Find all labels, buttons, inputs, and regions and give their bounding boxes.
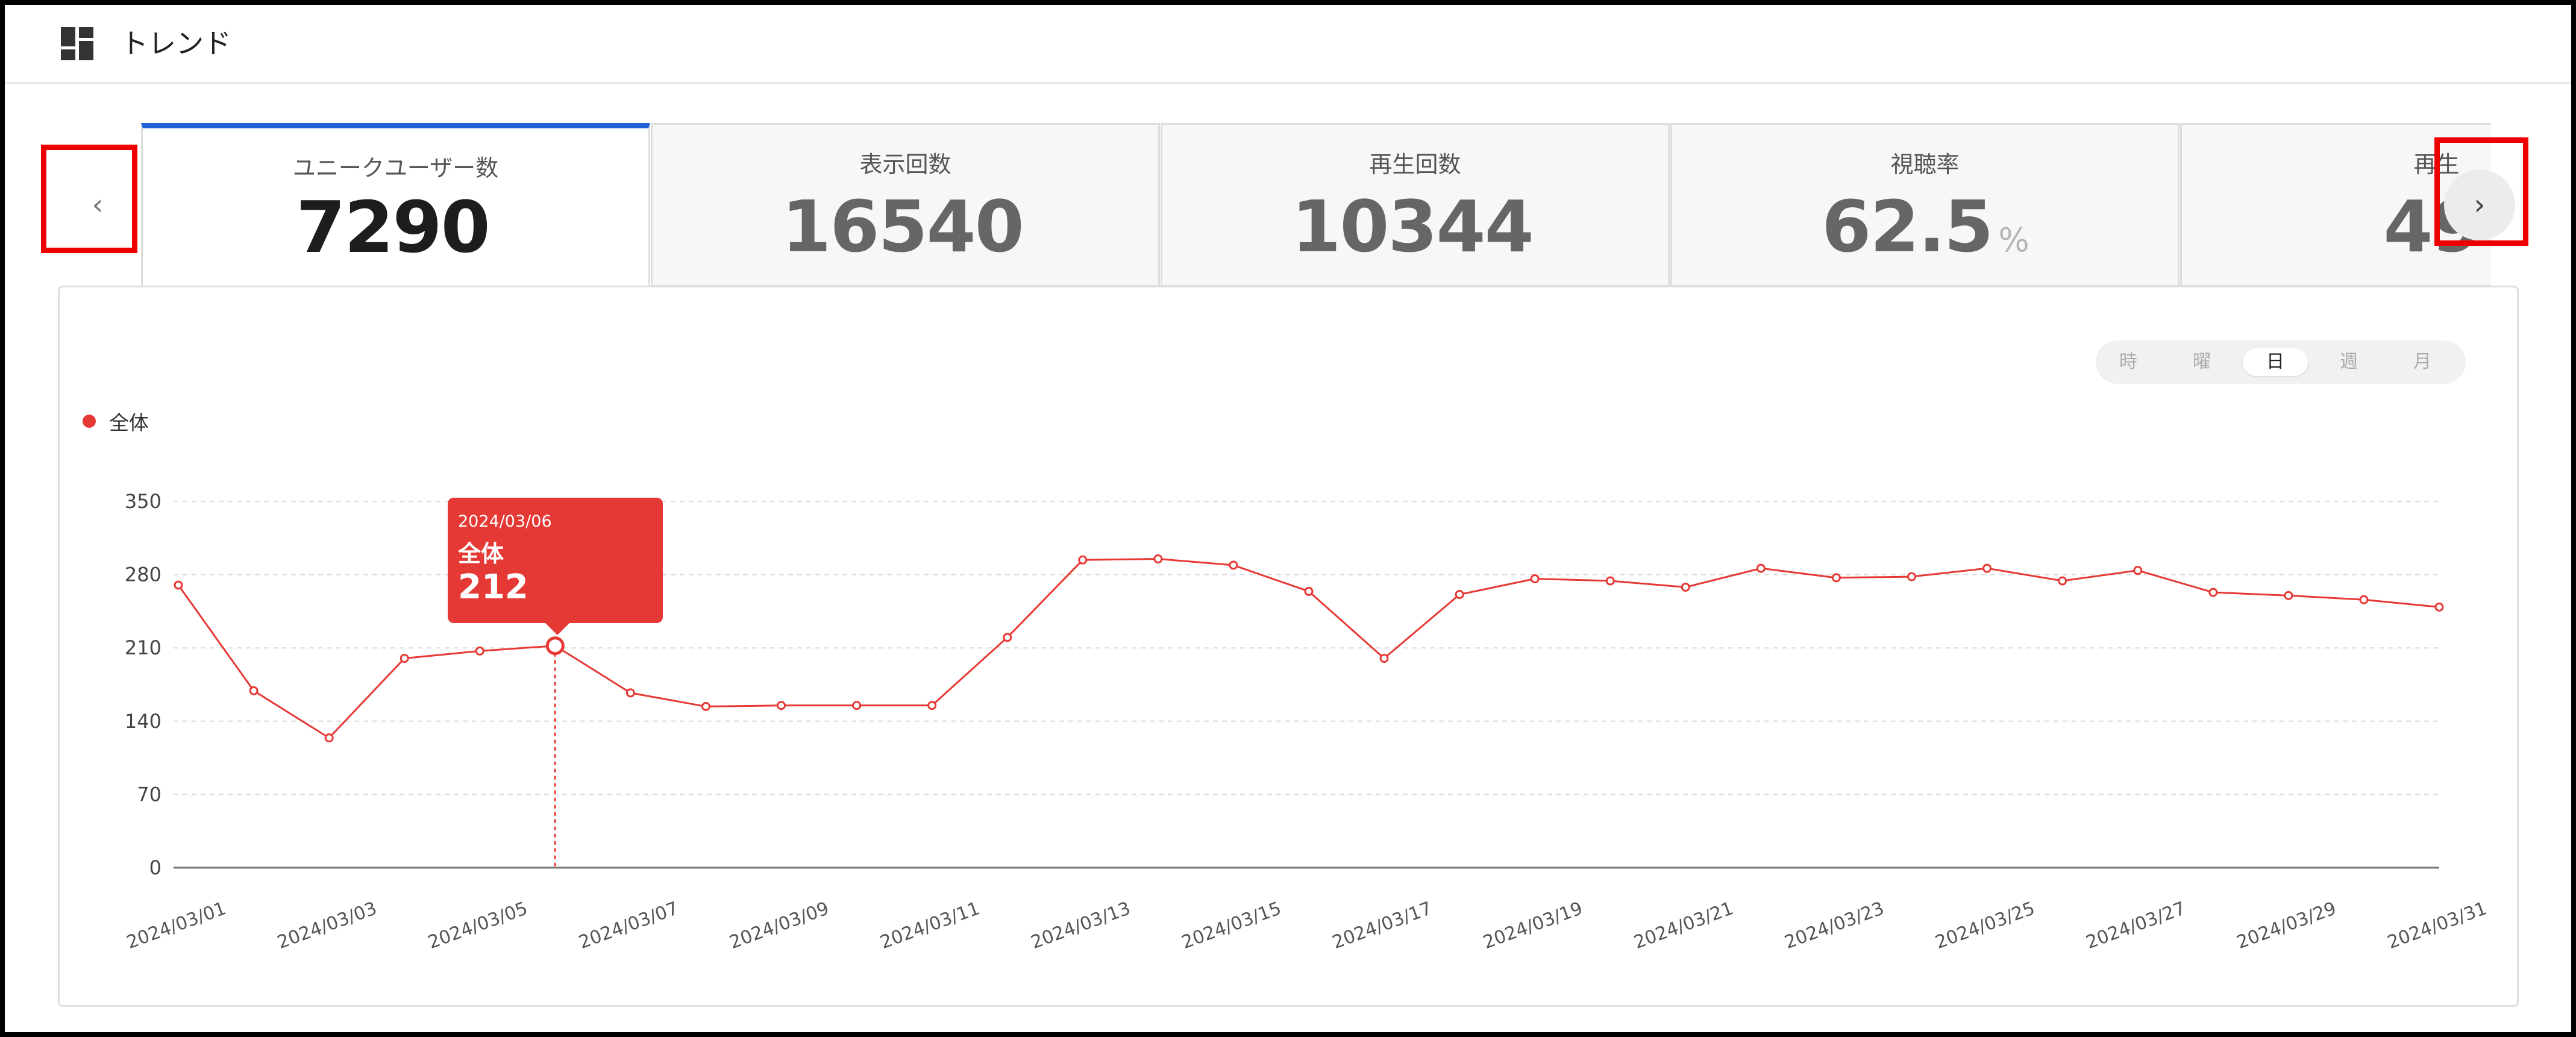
data-point bbox=[1982, 563, 1992, 573]
data-point bbox=[249, 686, 259, 695]
x-tick-label: 2024/03/27 bbox=[2083, 898, 2188, 953]
data-point bbox=[2058, 576, 2067, 586]
tooltip-date: 2024/03/06 bbox=[458, 512, 552, 531]
trend-line-chart: 0 70 140 210 280 350 2024/03/01 2024/03/03 2024/… bbox=[124, 490, 2490, 953]
x-tick-label: 2024/03/05 bbox=[425, 898, 530, 953]
y-tick-label: 280 bbox=[125, 563, 161, 586]
chart-tooltip: 2024/03/06 全体 212 bbox=[448, 498, 663, 635]
data-point bbox=[1229, 560, 1238, 570]
x-tick-label: 2024/03/11 bbox=[877, 898, 982, 953]
tooltip-series: 全体 bbox=[458, 540, 504, 567]
y-tick-label: 70 bbox=[137, 783, 161, 806]
y-tick-label: 350 bbox=[125, 490, 161, 513]
data-point bbox=[2133, 566, 2143, 575]
data-point bbox=[927, 701, 937, 710]
data-point bbox=[1078, 555, 1088, 565]
data-point bbox=[324, 733, 334, 743]
x-tick-label: 2024/03/21 bbox=[1631, 898, 1736, 953]
data-point bbox=[1756, 563, 1766, 573]
x-tick-label: 2024/03/23 bbox=[1782, 898, 1887, 953]
data-point bbox=[1003, 633, 1012, 642]
y-tick-label: 0 bbox=[149, 856, 161, 879]
data-point bbox=[1907, 572, 1917, 581]
y-tick-label: 210 bbox=[125, 636, 161, 659]
tooltip-pointer bbox=[545, 623, 569, 635]
data-point bbox=[475, 646, 484, 656]
x-tick-label: 2024/03/13 bbox=[1028, 898, 1133, 953]
data-point bbox=[174, 580, 183, 590]
data-point bbox=[1304, 586, 1314, 596]
data-point bbox=[2434, 602, 2444, 612]
data-point bbox=[1153, 554, 1163, 564]
x-tick-label: 2024/03/09 bbox=[727, 898, 832, 953]
data-point bbox=[777, 701, 786, 710]
data-point bbox=[1831, 573, 1841, 583]
data-point bbox=[1455, 590, 1464, 600]
x-tick-label: 2024/03/17 bbox=[1330, 898, 1435, 953]
data-point bbox=[1681, 582, 1690, 592]
data-point bbox=[701, 701, 710, 711]
data-point bbox=[2359, 595, 2369, 604]
x-tick-label: 2024/03/03 bbox=[275, 898, 380, 953]
y-tick-label: 140 bbox=[125, 710, 161, 733]
data-point bbox=[2208, 587, 2218, 597]
data-point bbox=[1605, 576, 1615, 586]
tooltip-value: 212 bbox=[458, 568, 528, 607]
highlighted-data-point bbox=[545, 636, 565, 656]
x-tick-label: 2024/03/01 bbox=[124, 898, 229, 953]
data-point bbox=[2284, 591, 2293, 600]
data-point bbox=[1530, 574, 1540, 584]
x-tick-label: 2024/03/19 bbox=[1481, 898, 1585, 953]
x-tick-label: 2024/03/31 bbox=[2385, 898, 2490, 953]
x-tick-label: 2024/03/25 bbox=[1932, 898, 2037, 953]
x-tick-label: 2024/03/29 bbox=[2234, 898, 2339, 953]
data-point bbox=[852, 701, 862, 710]
x-tick-label: 2024/03/07 bbox=[576, 898, 681, 953]
data-point bbox=[1379, 654, 1389, 663]
data-point bbox=[400, 654, 409, 663]
x-tick-label: 2024/03/15 bbox=[1179, 898, 1283, 953]
data-point bbox=[625, 688, 635, 698]
